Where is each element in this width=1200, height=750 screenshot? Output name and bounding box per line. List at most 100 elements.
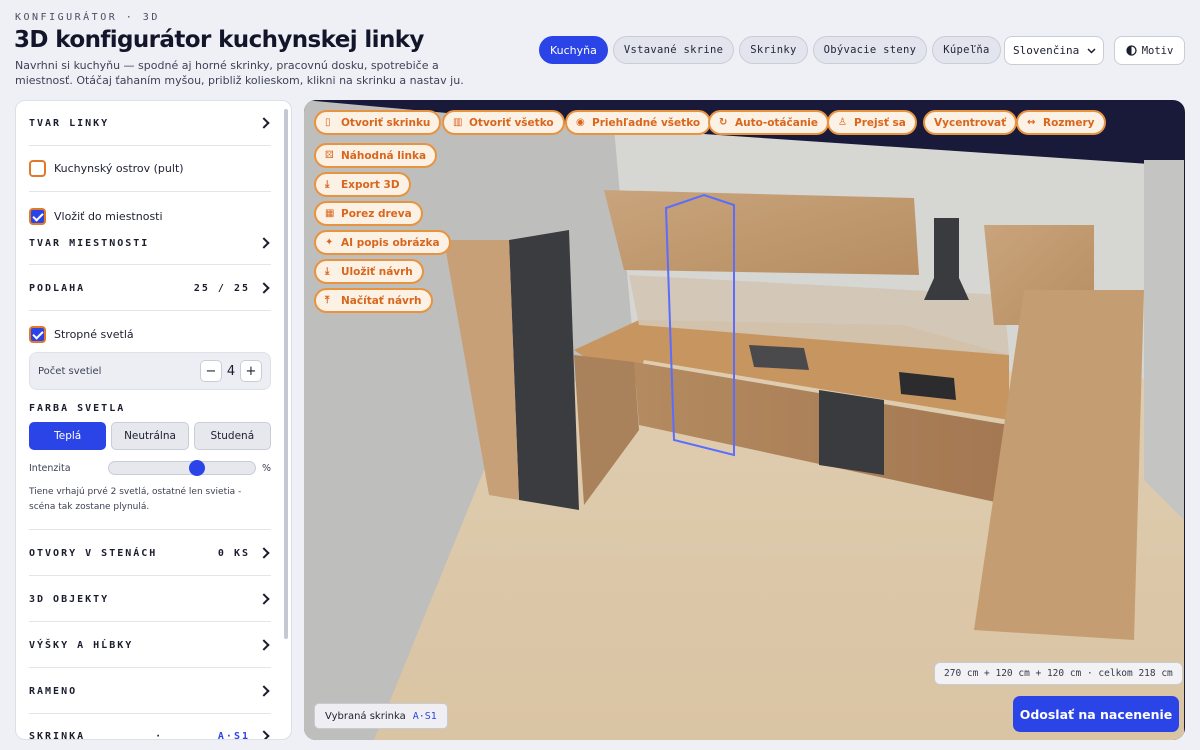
- decrement-button[interactable]: −: [200, 360, 222, 382]
- theme-toggle-button[interactable]: Motiv: [1114, 36, 1185, 65]
- light-count-label: Počet svetiel: [38, 365, 102, 377]
- tab-kupelna[interactable]: Kúpeľňa: [932, 36, 1001, 64]
- page-subtitle: Navrhni si kuchyňu — spodné aj horné skr…: [15, 59, 464, 87]
- section-3d-objekty[interactable]: 3D OBJEKTY: [29, 591, 271, 607]
- dimensions-button[interactable]: ↔ Rozmery: [1016, 110, 1106, 135]
- sparkle-icon: ✦: [325, 236, 334, 248]
- tab-vstavane-skrine[interactable]: Vstavané skrine: [612, 36, 735, 64]
- light-color-cold-button[interactable]: Studená: [193, 422, 271, 450]
- chevron-right-icon: [258, 730, 270, 739]
- tab-kuchyna[interactable]: Kuchyňa: [539, 36, 608, 64]
- light-color-warm-button[interactable]: Teplá: [29, 422, 107, 450]
- 3d-viewport[interactable]: ▯ Otvoriť skrinku ▥ Otvoriť všetko ◉ Priehľ…: [304, 100, 1185, 740]
- tab-skrinky[interactable]: Skrinky: [739, 36, 808, 64]
- openings-count: 0 KS: [217, 547, 250, 559]
- kitchen-3d-scene[interactable]: [304, 100, 1185, 740]
- load-design-button[interactable]: ⤒ Načítať návrh: [314, 288, 433, 313]
- chevron-right-icon: [258, 685, 270, 697]
- intensity-slider-thumb[interactable]: [188, 460, 205, 476]
- chevron-right-icon: [258, 282, 270, 294]
- light-count-value: 4: [226, 363, 236, 379]
- chevron-right-icon: [258, 547, 270, 559]
- export-3d-button[interactable]: ⤓ Export 3D: [314, 172, 411, 197]
- light-count-stepper: − 4 +: [200, 360, 262, 382]
- chevron-right-icon: [258, 117, 270, 129]
- category-tabs: Kuchyňa Vstavané skrine Skrinky Obývacie…: [539, 36, 1001, 64]
- divider: [29, 667, 271, 668]
- in-room-label: Vložiť do miestnosti: [54, 209, 163, 223]
- eye-icon: ◉: [576, 116, 585, 128]
- in-room-checkbox-row[interactable]: Vložiť do miestnosti: [29, 207, 271, 225]
- save-design-button[interactable]: ⤓ Uložiť návrh: [314, 259, 424, 284]
- section-vysky-hlbky[interactable]: VÝŠKY A HĹBKY: [29, 637, 271, 653]
- divider: [29, 191, 271, 192]
- ceiling-lights-checkbox-row[interactable]: Stropné svetlá: [29, 325, 271, 343]
- section-label: PODLAHA: [29, 282, 86, 294]
- language-select[interactable]: Slovenčina: [1004, 36, 1104, 65]
- language-value: Slovenčina: [1013, 44, 1080, 57]
- tab-obyvacie-steny[interactable]: Obývacie steny: [812, 36, 928, 64]
- theme-label: Motiv: [1141, 44, 1174, 57]
- intensity-label: Intenzita: [29, 462, 71, 474]
- in-room-checkbox[interactable]: [29, 207, 46, 225]
- upper-cabinets: [604, 190, 919, 275]
- selected-cabinet-code: A·S1: [412, 710, 437, 722]
- island-checkbox-row[interactable]: Kuchynský ostrov (pult): [29, 159, 271, 177]
- cabinet-code: A·S1: [217, 730, 250, 740]
- section-label: VÝŠKY A HĹBKY: [29, 639, 134, 651]
- chevron-right-icon: [258, 237, 270, 249]
- intensity-row: Intenzita %: [29, 460, 271, 476]
- ceiling-lights-checkbox[interactable]: [29, 325, 46, 343]
- walk-button[interactable]: ♙ Prejsť sa: [827, 110, 917, 135]
- auto-rotate-button[interactable]: ↻ Auto-otáčanie: [708, 110, 830, 135]
- random-kitchen-button[interactable]: ⚄ Náhodná linka: [314, 143, 438, 168]
- grid-icon: ▦: [325, 207, 335, 219]
- light-count-control: Počet svetiel − 4 +: [29, 352, 271, 390]
- walk-icon: ♙: [838, 116, 847, 128]
- save-icon: ⤓: [325, 265, 330, 277]
- page-title: 3D konfigurátor kuchynskej linky: [14, 27, 424, 53]
- wood-cut-button[interactable]: ▦ Porez dreva: [314, 201, 423, 226]
- lights-note: Tiene vrhajú prvé 2 svetlá, ostatné len …: [29, 487, 242, 512]
- submit-for-quote-button[interactable]: Odoslať na nacenenie: [1013, 696, 1179, 732]
- section-label: TVAR LINKY: [29, 117, 110, 129]
- doors-icon: ▥: [453, 116, 463, 128]
- dishwasher: [819, 390, 884, 475]
- ceiling-lights-label: Stropné svetlá: [54, 327, 134, 341]
- chevron-down-icon: [1087, 47, 1096, 54]
- section-podlaha[interactable]: PODLAHA 25 / 25: [29, 280, 271, 296]
- center-button[interactable]: Vycentrovať: [923, 110, 1018, 135]
- sidebar-scrollbar[interactable]: [284, 109, 288, 639]
- section-tvar-miestnosti[interactable]: TVAR MIESTNOSTI: [29, 235, 271, 251]
- increment-button[interactable]: +: [240, 360, 262, 382]
- open-cabinet-button[interactable]: ▯ Otvoriť skrinku: [314, 110, 442, 135]
- divider: [29, 529, 271, 530]
- section-otvory[interactable]: OTVORY V STENÁCH 0 KS: [29, 545, 271, 561]
- ai-description-button[interactable]: ✦ AI popis obrázka: [314, 230, 451, 255]
- light-color-heading-row: FARBA SVETLA: [29, 401, 271, 415]
- intensity-unit: %: [261, 462, 271, 474]
- light-color-segmented: Teplá Neutrálna Studená: [29, 422, 271, 450]
- selected-cabinet-badge: Vybraná skrinka A·S1: [314, 703, 448, 729]
- island-checkbox[interactable]: [29, 159, 46, 177]
- divider: [29, 264, 271, 265]
- section-tvar-linky[interactable]: TVAR LINKY: [29, 115, 271, 131]
- section-label: TVAR MIESTNOSTI: [29, 237, 150, 249]
- intensity-slider[interactable]: [107, 460, 256, 476]
- page-kicker: KONFIGURÁTOR · 3D: [15, 12, 160, 23]
- download-icon: ⤓: [325, 178, 330, 190]
- selected-cabinet-label: Vybraná skrinka: [325, 710, 406, 722]
- section-label: OTVORY V STENÁCH: [29, 547, 158, 559]
- section-skrinka[interactable]: SKRINKA · A·S1: [29, 728, 271, 740]
- light-color-heading: FARBA SVETLA: [29, 402, 126, 414]
- light-color-neutral-button[interactable]: Neutrálna: [111, 422, 189, 450]
- transparent-all-button[interactable]: ◉ Priehľadné všetko: [565, 110, 712, 135]
- open-all-button[interactable]: ▥ Otvoriť všetko: [442, 110, 565, 135]
- dice-icon: ⚄: [325, 149, 334, 161]
- rotate-icon: ↻: [719, 116, 728, 128]
- section-rameno[interactable]: RAMENO: [29, 683, 271, 699]
- divider: [29, 145, 271, 146]
- sink: [749, 345, 809, 370]
- contrast-icon: [1126, 45, 1137, 56]
- divider: [29, 621, 271, 622]
